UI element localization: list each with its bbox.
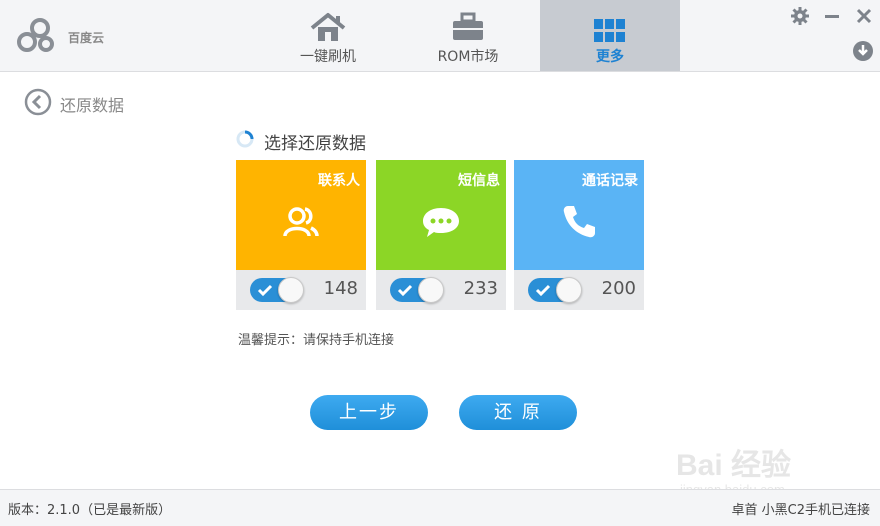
card-footer: 200 bbox=[514, 270, 644, 310]
contacts-icon bbox=[283, 207, 319, 237]
card-title: 联系人 bbox=[318, 173, 360, 189]
device-status: 卓首 小黑C2手机已连接 bbox=[731, 503, 870, 518]
card-footer: 233 bbox=[376, 270, 506, 310]
connection-tip: 温馨提示：请保持手机连接 bbox=[238, 333, 395, 348]
section-title: 选择还原数据 bbox=[264, 134, 366, 154]
grid-icon bbox=[594, 19, 625, 42]
back-arrow-icon bbox=[24, 88, 52, 116]
back-button[interactable] bbox=[24, 88, 52, 116]
sms-toggle[interactable] bbox=[390, 277, 444, 303]
tab-label: 一键刷机 bbox=[300, 49, 356, 65]
prev-step-button[interactable]: 上一步 bbox=[310, 395, 428, 430]
header-bar: 百度云 一键刷机 ROM市场 更多 bbox=[0, 0, 880, 72]
toggle-knob bbox=[278, 277, 304, 303]
card-header: 联系人 bbox=[236, 160, 366, 270]
spinner-icon bbox=[236, 130, 254, 148]
tab-one-click-flash[interactable]: 一键刷机 bbox=[258, 0, 398, 71]
close-icon bbox=[856, 8, 872, 24]
watermark-text: Bai 经验 bbox=[676, 449, 792, 482]
tab-more[interactable]: 更多 bbox=[540, 0, 680, 71]
briefcase-icon bbox=[453, 12, 483, 40]
check-icon bbox=[535, 284, 551, 297]
minimize-button[interactable] bbox=[822, 6, 842, 26]
phone-icon bbox=[563, 206, 595, 238]
download-icon bbox=[853, 41, 873, 61]
contacts-count: 148 bbox=[323, 278, 358, 299]
card-header: 短信息 bbox=[376, 160, 506, 270]
logo-text: 百度云 bbox=[68, 31, 105, 45]
gear-icon bbox=[791, 7, 809, 25]
version-label: 版本：2.1.0（已是最新版） bbox=[8, 503, 172, 518]
call-log-count: 200 bbox=[601, 278, 636, 299]
settings-button[interactable] bbox=[790, 6, 810, 26]
card-call-log: 通话记录 200 bbox=[514, 160, 644, 310]
check-icon bbox=[257, 284, 273, 297]
toggle-knob bbox=[556, 277, 582, 303]
sms-icon bbox=[423, 208, 459, 237]
cloud-logo-icon bbox=[17, 18, 54, 52]
check-icon bbox=[397, 284, 413, 297]
minimize-icon bbox=[825, 15, 839, 18]
card-footer: 148 bbox=[236, 270, 366, 310]
download-button[interactable] bbox=[852, 40, 873, 61]
tab-label: 更多 bbox=[596, 49, 624, 65]
sms-count: 233 bbox=[463, 278, 498, 299]
close-button[interactable] bbox=[854, 6, 874, 26]
tab-label: ROM市场 bbox=[437, 49, 499, 65]
card-sms: 短信息 233 bbox=[376, 160, 506, 310]
app-logo: 百度云 bbox=[16, 16, 126, 56]
page-title: 还原数据 bbox=[60, 96, 125, 115]
contacts-toggle[interactable] bbox=[250, 277, 304, 303]
restore-button[interactable]: 还 原 bbox=[459, 395, 577, 430]
card-header: 通话记录 bbox=[514, 160, 644, 270]
app-window: 百度云 一键刷机 ROM市场 更多 还原数据 选择还原数据 联系人 148 短信… bbox=[0, 0, 880, 526]
tab-rom-market[interactable]: ROM市场 bbox=[398, 0, 538, 71]
status-bar: 版本：2.1.0（已是最新版） 卓首 小黑C2手机已连接 bbox=[0, 489, 880, 526]
call-log-toggle[interactable] bbox=[528, 277, 582, 303]
card-title: 短信息 bbox=[458, 173, 500, 189]
toggle-knob bbox=[418, 277, 444, 303]
card-title: 通话记录 bbox=[582, 173, 638, 189]
card-contacts: 联系人 148 bbox=[236, 160, 366, 310]
home-icon bbox=[310, 13, 346, 41]
